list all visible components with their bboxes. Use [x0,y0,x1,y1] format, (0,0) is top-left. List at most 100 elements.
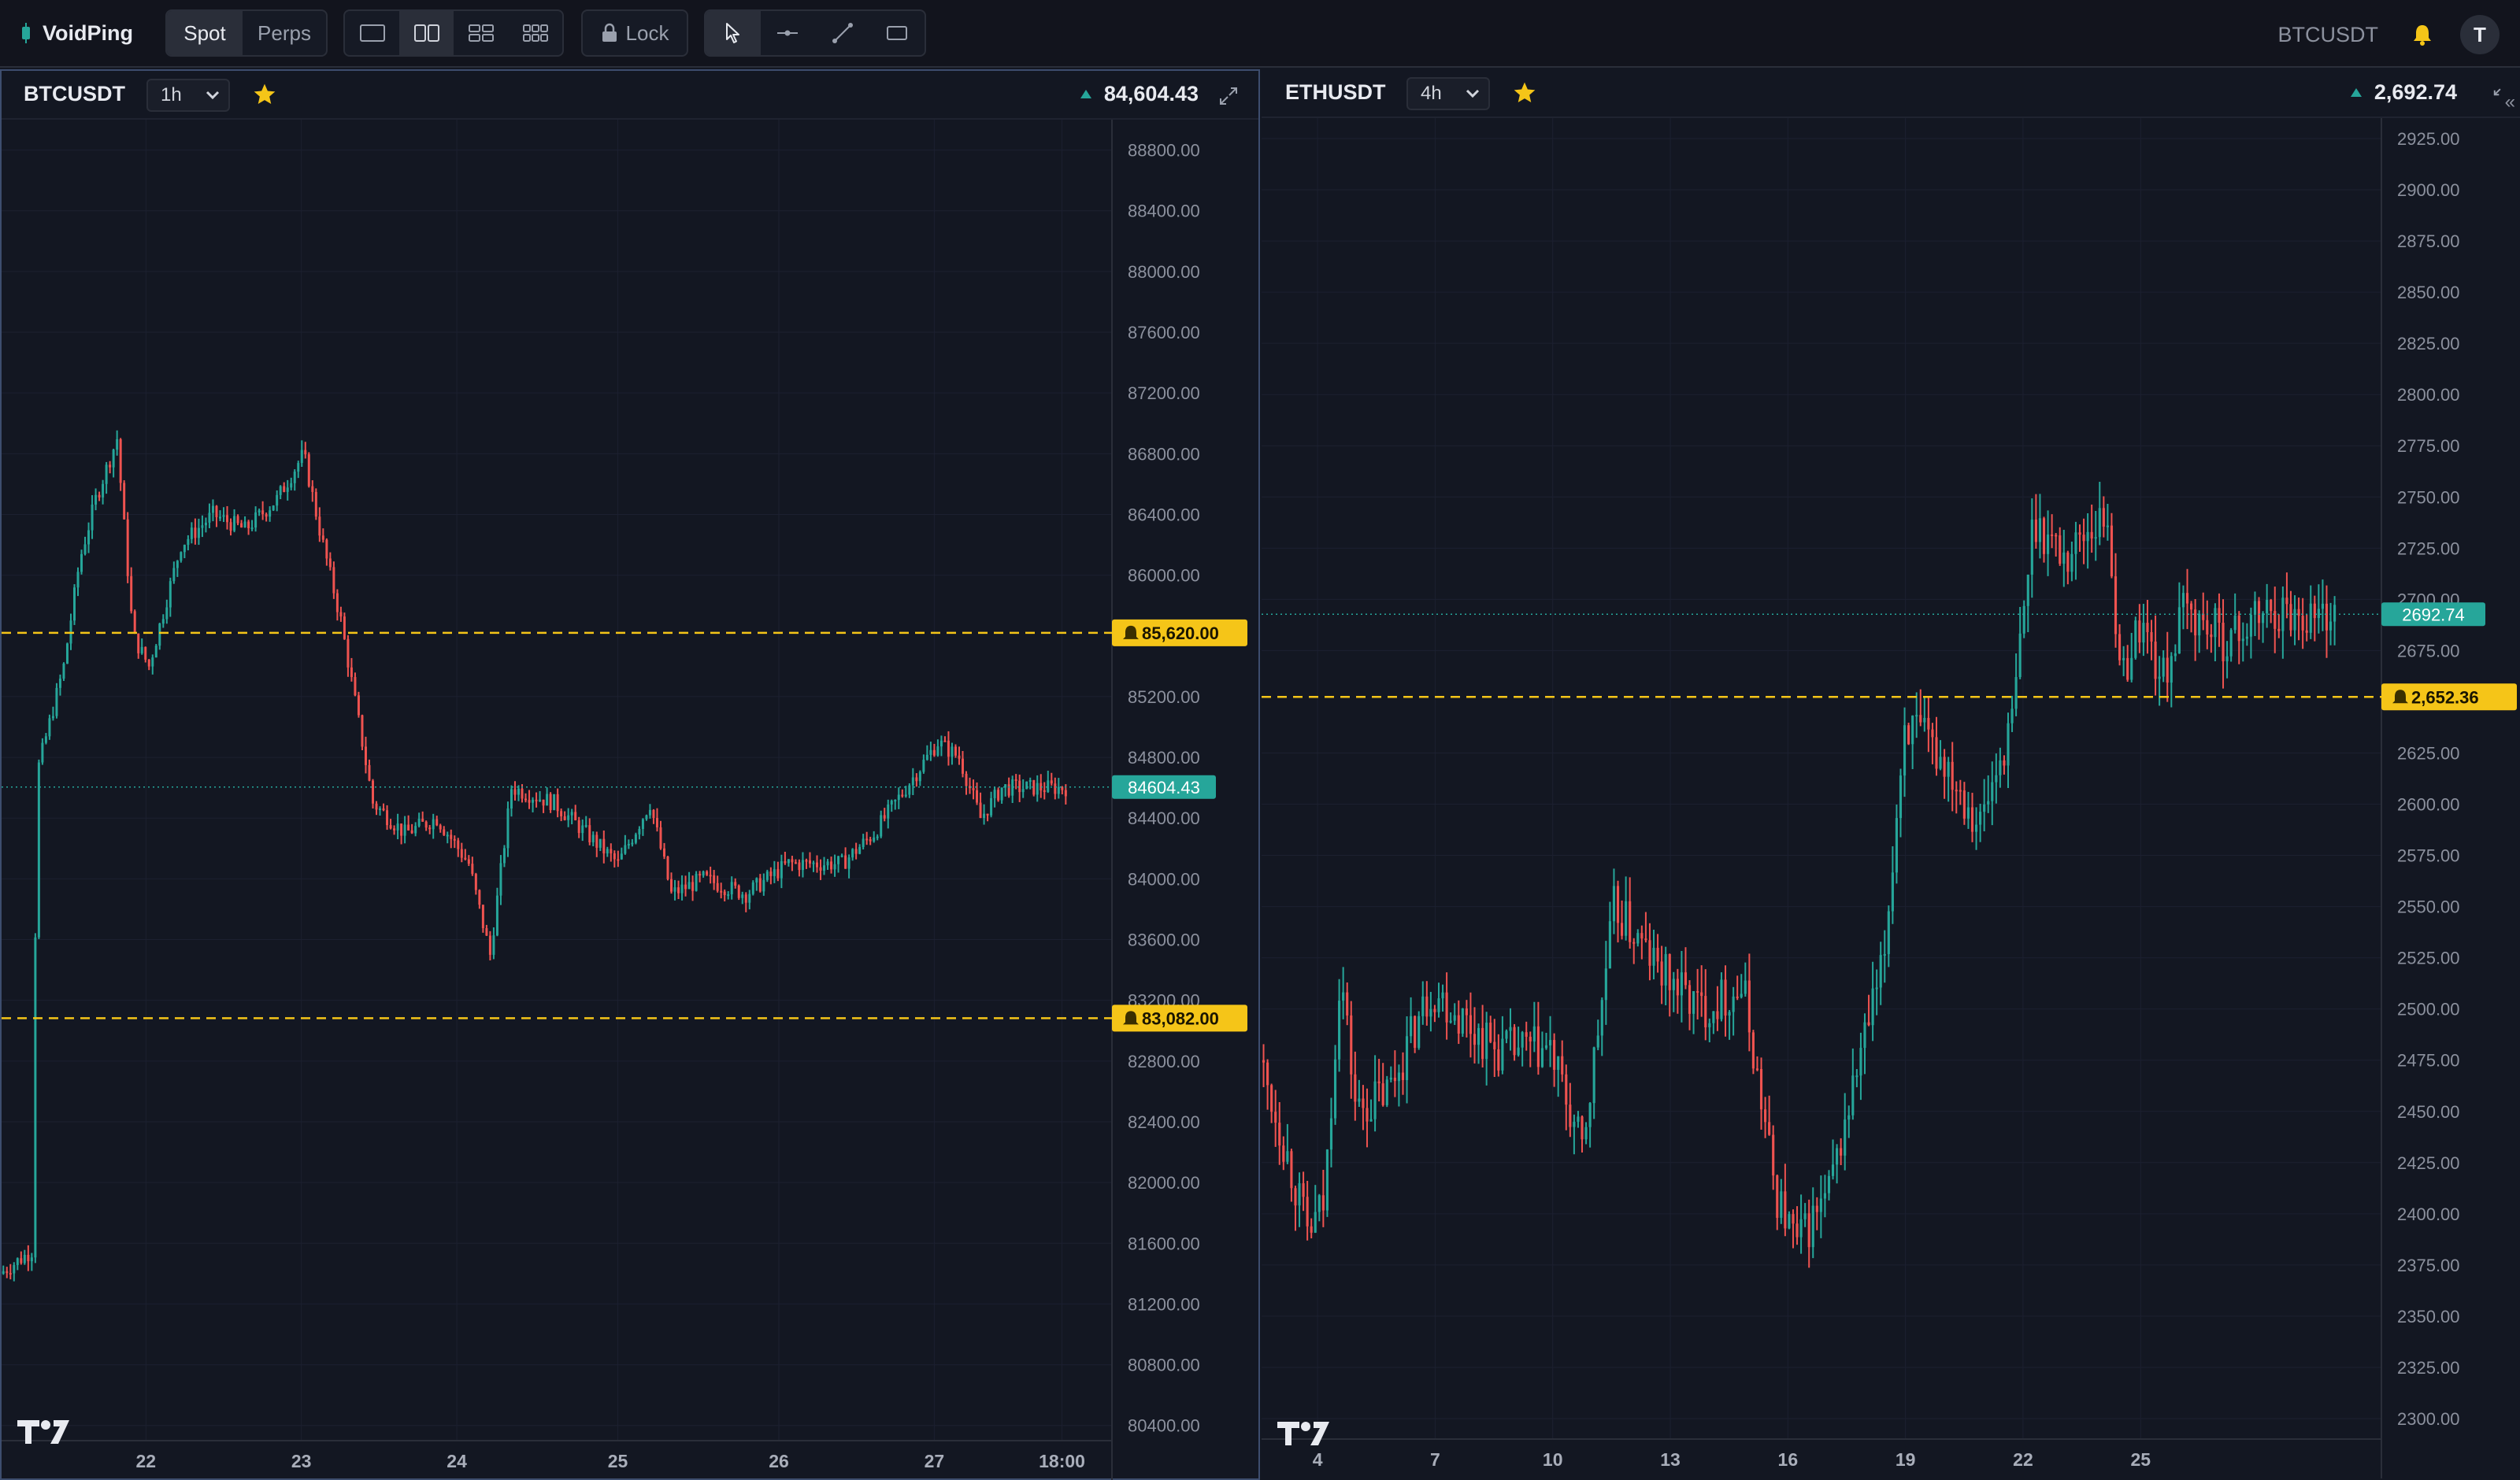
candle-body [595,834,598,848]
chart-pane-ethusdt[interactable]: ETHUSDT 4h 2,692.74 « 2925.00 2900.00 2875… [1262,69,2520,1480]
candle-body [194,527,197,538]
candle-body [1321,1195,1325,1211]
spot-tab[interactable]: Spot [167,11,243,55]
candle-body [1540,1048,1544,1067]
candle-body [1847,1115,1851,1120]
candle-body [140,646,143,653]
candle-body [528,800,531,803]
candlestick-chart[interactable]: 2925.00 2900.00 2875.00 2850.00 2825.00 2800.… [1262,118,2520,1478]
single-layout-icon[interactable] [345,11,399,55]
y-tick-label: 2925.00 [2397,129,2460,149]
candle-body [1000,787,1003,801]
candlestick-chart[interactable]: 88800.00 88400.00 88000.00 87600.00 87200.00… [2,120,1258,1480]
candle-body [2030,520,2033,575]
chart-pane-btcusdt[interactable]: BTCUSDT 1h 84,604.43 88800.00 88400.00 880… [0,69,1260,1480]
perps-tab[interactable]: Perps [243,11,326,55]
candle-body [925,754,928,760]
candle-body [997,790,1000,801]
cursor-icon[interactable] [706,11,761,55]
candle-body [2174,653,2177,657]
candle-body [2194,609,2197,636]
candle-body [1306,1197,1309,1227]
candle-body [151,657,154,667]
candle-body [361,715,364,747]
candle-body [481,905,484,929]
candle-body [983,813,986,819]
x-tick-label: 25 [608,1451,628,1471]
candle-body [226,515,229,523]
y-tick-label: 84400.00 [1128,808,1200,828]
candle-body [869,839,872,842]
candle-body [1712,1011,1715,1023]
candle-body [677,887,680,894]
candle-body [1358,1098,1361,1102]
candle-body [283,486,286,492]
candle-body [915,777,918,782]
candle-body [699,873,702,876]
horizontal-line-icon[interactable] [761,11,816,55]
interval-select[interactable]: 4h [1406,77,1490,110]
candle-body [837,856,840,864]
expand-icon[interactable] [1217,85,1240,107]
drawing-tools [704,9,926,57]
candle-body [1755,1068,1759,1071]
trend-line-icon[interactable] [815,11,870,55]
candle-body [492,935,495,955]
chart-symbol[interactable]: BTCUSDT [24,82,125,106]
two-column-layout-icon[interactable] [399,11,454,55]
candle-body [372,780,375,804]
candle-body [240,523,243,528]
candle-body [144,646,147,660]
lock-button[interactable]: Lock [581,9,688,57]
six-grid-layout-icon[interactable] [508,11,562,55]
candle-body [1720,979,1723,1019]
candle-body [2266,600,2269,614]
favorite-star-icon[interactable] [1512,80,1537,105]
candle-body [1939,757,1942,769]
bell-icon[interactable] [2407,19,2438,50]
candle-body [1887,911,1890,954]
candle-body [158,623,161,646]
candle-body [1792,1214,1795,1224]
candle-body [1688,985,1692,1014]
favorite-star-icon[interactable] [252,82,277,107]
shrink-icon[interactable] [2485,87,2503,104]
candle-body [606,849,609,854]
candle-body [1629,901,1632,942]
rectangle-icon[interactable] [870,11,925,55]
candle-body [307,454,310,487]
candle-body [1596,1035,1599,1048]
candle-body [1827,1175,1831,1193]
candle-body [1505,1030,1508,1039]
collapse-sidebar-icon[interactable]: « [2505,91,2515,113]
candle-body [2245,636,2248,639]
candle-body [510,789,513,809]
candle-body [300,450,303,464]
candle-body [318,516,321,536]
candle-body [1732,996,1735,1012]
candle-body [51,716,54,719]
x-tick-label: 22 [136,1451,157,1471]
candle-body [1418,1016,1421,1049]
active-symbol[interactable]: BTCUSDT [2278,23,2379,47]
candle-body [2026,574,2029,606]
chart-symbol[interactable]: ETHUSDT [1285,80,1386,105]
candle-body [1923,717,1926,723]
candle-body [737,885,740,898]
avatar[interactable]: T [2460,15,2500,54]
candle-body [495,895,498,936]
interval-select[interactable]: 1h [146,79,230,112]
candle-body [1612,886,1616,922]
candle-body [1310,1226,1313,1233]
candle-body [620,853,623,860]
candle-body [2170,656,2173,683]
candle-body [2222,622,2225,661]
candle-body [1700,992,1703,997]
y-tick-label: 2875.00 [2397,231,2460,251]
candle-body [2059,535,2062,564]
candle-body [279,486,282,495]
four-grid-layout-icon[interactable] [454,11,508,55]
brand[interactable]: VoidPing [20,17,133,49]
candle-body [751,882,754,894]
y-tick-label: 2625.00 [2397,743,2460,763]
